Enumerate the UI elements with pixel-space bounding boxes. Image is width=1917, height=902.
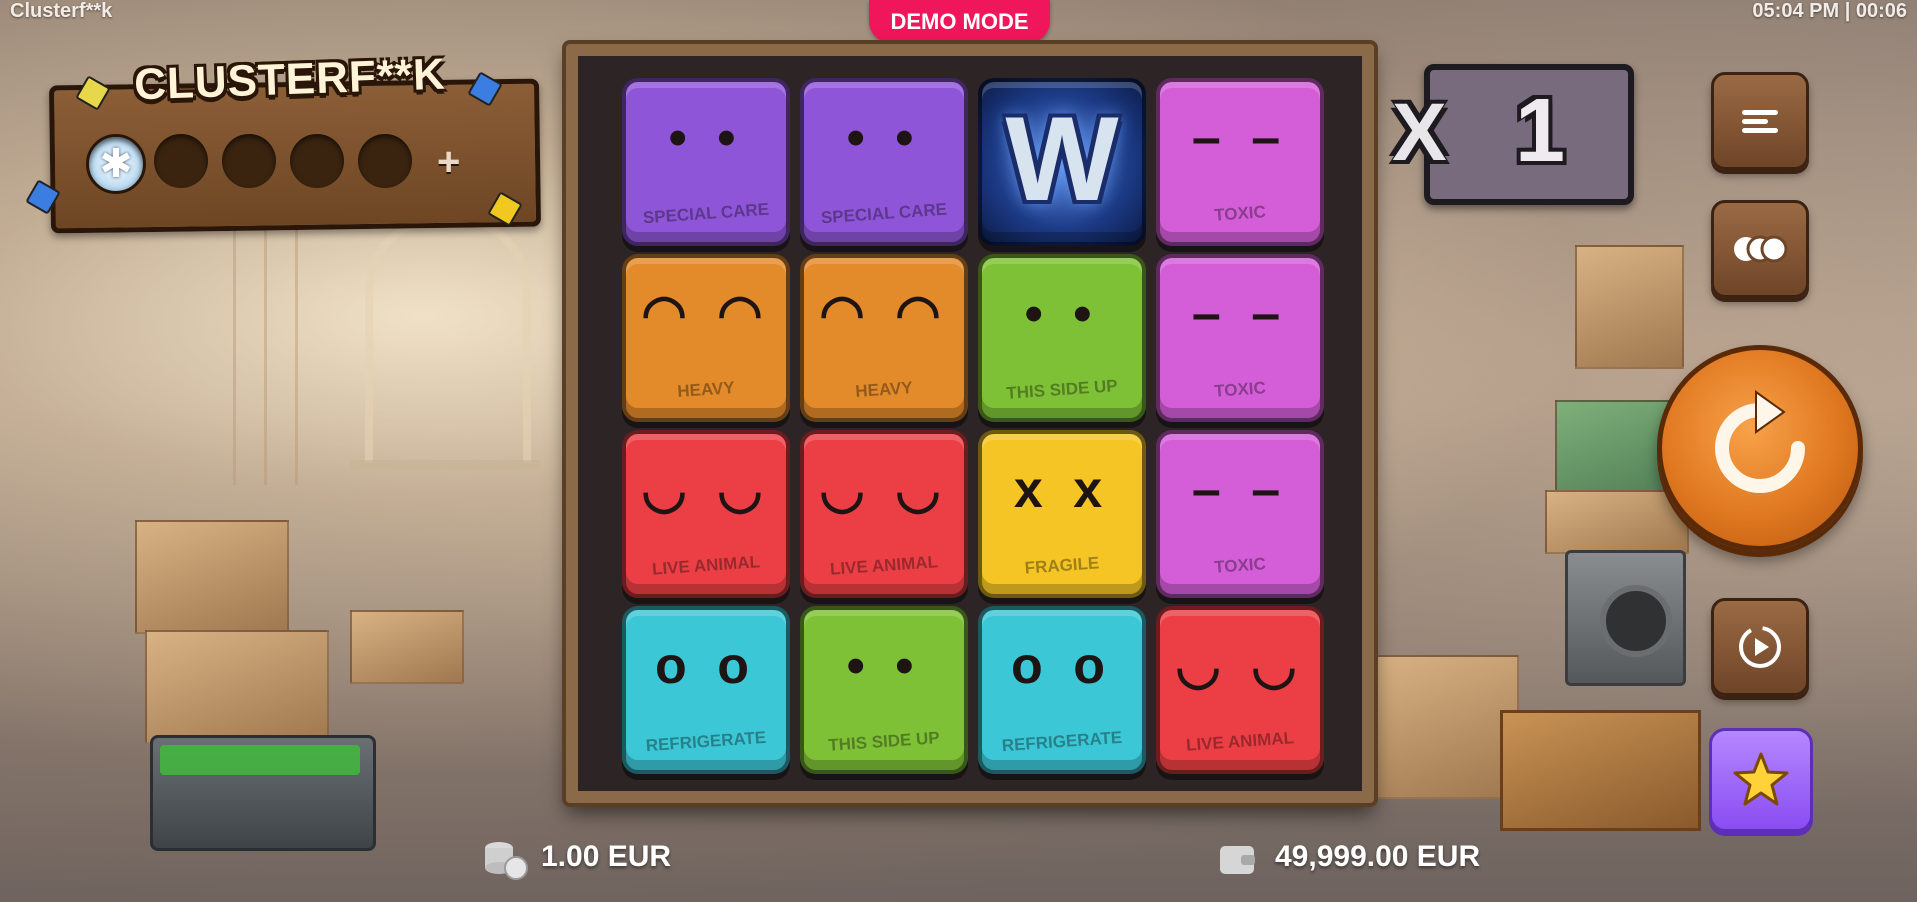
symbol-face: – – bbox=[1191, 109, 1289, 167]
coins-icon bbox=[485, 842, 528, 880]
demo-mode-badge: DEMO MODE bbox=[869, 0, 1050, 43]
game-logo: CLUSTERF**K bbox=[133, 49, 447, 110]
collect-slot bbox=[358, 134, 412, 188]
star-icon bbox=[1733, 752, 1789, 806]
symbol-tile-this-side-up: • • THIS SIDE UP bbox=[978, 254, 1146, 422]
background-chest-glow bbox=[160, 745, 360, 775]
symbol-face: • • bbox=[668, 109, 744, 167]
star-shape-icon: ✱ bbox=[99, 142, 133, 186]
symbol-face: ◡ ◡ bbox=[819, 461, 949, 519]
background-box bbox=[1575, 245, 1684, 369]
symbol-face: – – bbox=[1191, 461, 1289, 519]
background-box bbox=[350, 610, 464, 684]
symbol-tile-special-care: • • SPECIAL CARE bbox=[622, 78, 790, 246]
symbol-tile-toxic: – – TOXIC bbox=[1156, 430, 1324, 598]
chips-icon bbox=[1734, 235, 1788, 263]
background-window bbox=[205, 215, 325, 485]
refresh-arrow-icon bbox=[1715, 390, 1805, 493]
multiplier-prefix: X bbox=[1392, 87, 1447, 178]
background-shelf bbox=[350, 460, 540, 470]
symbol-tile-live-animal: ◡ ◡ LIVE ANIMAL bbox=[1156, 606, 1324, 774]
symbol-tile-this-side-up: • • THIS SIDE UP bbox=[800, 606, 968, 774]
wallet-icon bbox=[1220, 846, 1255, 874]
multiplier-value: 1 bbox=[1514, 81, 1566, 181]
collect-slot bbox=[154, 134, 208, 188]
symbol-label: TOXIC bbox=[1213, 202, 1267, 225]
symbol-face: ◡ ◡ bbox=[641, 461, 771, 519]
wild-symbol-letter: W bbox=[1005, 92, 1119, 226]
balance-amount: 49,999.00 EUR bbox=[1275, 840, 1481, 873]
symbol-label: REFRIGERATE bbox=[1001, 727, 1123, 756]
symbol-face: ◠ ◠ bbox=[641, 285, 771, 343]
symbol-face: ◡ ◡ bbox=[1175, 637, 1305, 695]
symbol-tile-fragile: x x FRAGILE bbox=[978, 430, 1146, 598]
spin-button[interactable] bbox=[1657, 345, 1863, 551]
symbol-tile-heavy: ◠ ◠ HEAVY bbox=[622, 254, 790, 422]
symbol-tile-live-animal: ◡ ◡ LIVE ANIMAL bbox=[622, 430, 790, 598]
collect-slot bbox=[290, 134, 344, 188]
symbol-label: HEAVY bbox=[676, 378, 736, 401]
symbol-face: o o bbox=[1011, 637, 1113, 695]
autoplay-button[interactable] bbox=[1711, 598, 1809, 696]
symbol-face: o o bbox=[655, 637, 757, 695]
bonus-buy-button[interactable] bbox=[1709, 728, 1813, 832]
collect-plus: + bbox=[437, 140, 461, 184]
symbol-tile-wild: W bbox=[978, 78, 1146, 246]
menu-button[interactable] bbox=[1711, 72, 1809, 170]
background-box bbox=[135, 520, 289, 634]
symbol-label: SPECIAL CARE bbox=[642, 199, 770, 228]
background-arch bbox=[365, 215, 531, 463]
bet-amount: 1.00 EUR bbox=[541, 840, 672, 873]
bet-selector-button[interactable] bbox=[1711, 200, 1809, 298]
autoplay-icon bbox=[1739, 626, 1781, 668]
symbol-label: TOXIC bbox=[1213, 554, 1267, 577]
symbol-label: HEAVY bbox=[854, 378, 914, 401]
symbol-tile-refrigerate: o o REFRIGERATE bbox=[622, 606, 790, 774]
symbol-label: THIS SIDE UP bbox=[1005, 376, 1119, 403]
symbol-face: • • bbox=[846, 109, 922, 167]
background-speaker-cone bbox=[1600, 585, 1672, 657]
symbol-tile-toxic: – – TOXIC bbox=[1156, 78, 1324, 246]
symbol-tile-toxic: – – TOXIC bbox=[1156, 254, 1324, 422]
symbol-face: x x bbox=[1013, 461, 1111, 519]
collect-slot bbox=[222, 134, 276, 188]
symbol-tile-live-animal: ◡ ◡ LIVE ANIMAL bbox=[800, 430, 968, 598]
symbol-tile-special-care: • • SPECIAL CARE bbox=[800, 78, 968, 246]
reel-board: • • SPECIAL CARE • • SPECIAL CARE W – – TOXIC ◠… bbox=[566, 44, 1374, 803]
symbol-label: REFRIGERATE bbox=[645, 727, 767, 756]
clock-readout: 05:04 PM | 00:06 bbox=[1752, 0, 1907, 22]
symbol-label: THIS SIDE UP bbox=[827, 728, 941, 755]
symbol-label: FRAGILE bbox=[1024, 553, 1100, 578]
app-title: Clusterf**k bbox=[10, 0, 113, 22]
symbol-face: • • bbox=[1024, 285, 1100, 343]
background-crate bbox=[1500, 710, 1701, 831]
hamburger-icon bbox=[1742, 106, 1778, 137]
symbol-face: – – bbox=[1191, 285, 1289, 343]
background-box bbox=[145, 630, 329, 744]
symbol-face: • • bbox=[846, 637, 922, 695]
symbol-face: ◠ ◠ bbox=[819, 285, 949, 343]
symbol-label: LIVE ANIMAL bbox=[829, 552, 939, 579]
symbol-label: LIVE ANIMAL bbox=[1185, 728, 1295, 755]
symbol-label: LIVE ANIMAL bbox=[651, 552, 761, 579]
symbol-label: SPECIAL CARE bbox=[820, 199, 948, 228]
symbol-tile-heavy: ◠ ◠ HEAVY bbox=[800, 254, 968, 422]
collect-slot: ✱ bbox=[86, 134, 146, 194]
background-box bbox=[1545, 490, 1689, 554]
background-box bbox=[1365, 655, 1519, 799]
symbol-tile-refrigerate: o o REFRIGERATE bbox=[978, 606, 1146, 774]
symbol-label: TOXIC bbox=[1213, 378, 1267, 401]
